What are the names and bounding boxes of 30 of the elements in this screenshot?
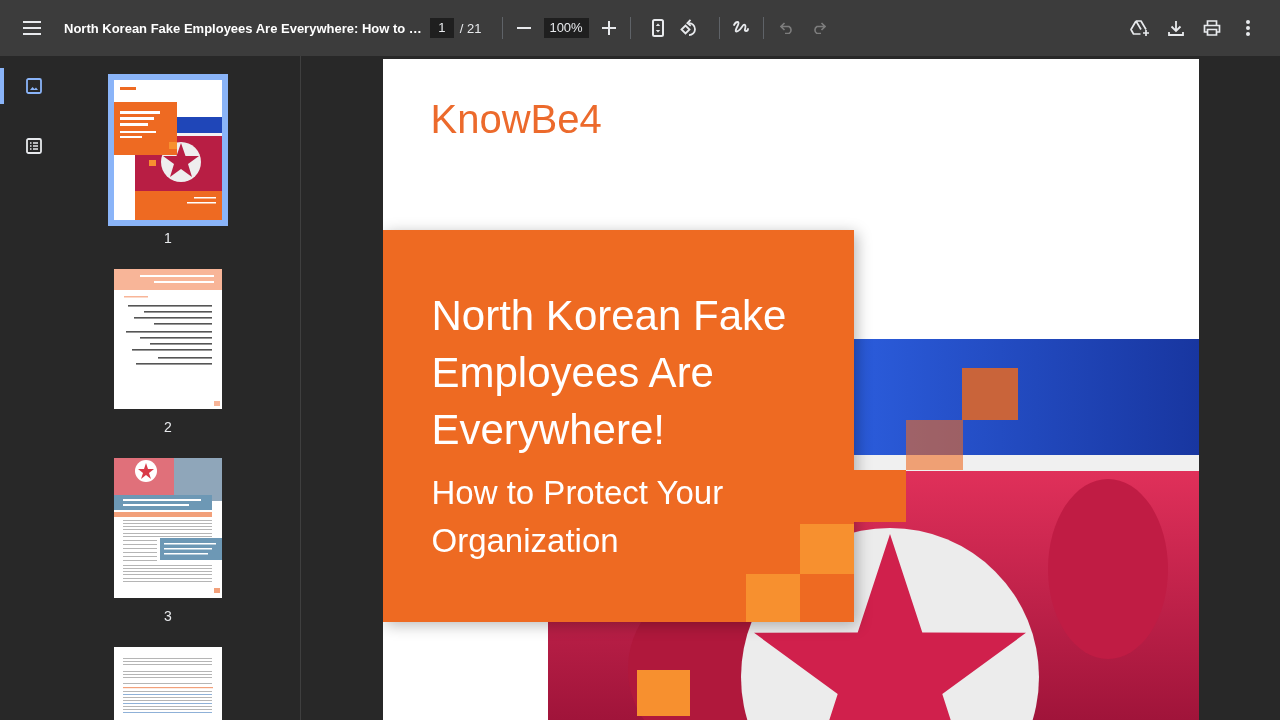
page-number-label: 1 bbox=[164, 229, 172, 248]
cover-title: North Korean Fake Employees Are Everywhere! bbox=[431, 291, 788, 455]
plus-icon bbox=[601, 21, 616, 35]
menu-icon bbox=[23, 21, 41, 35]
minus-icon bbox=[516, 27, 531, 29]
page-thumbnail[interactable] bbox=[114, 458, 222, 598]
page-number-label: 3 bbox=[164, 607, 172, 626]
print-icon bbox=[1203, 20, 1221, 36]
decorative-square bbox=[961, 368, 1018, 420]
document-title: North Korean Fake Employees Are Everywhere: How to … bbox=[64, 20, 422, 36]
fit-page-icon bbox=[651, 19, 664, 37]
download-icon bbox=[1168, 20, 1184, 36]
page-count: / 21 bbox=[459, 20, 482, 36]
decorative-square bbox=[799, 524, 854, 574]
list-icon bbox=[26, 138, 42, 154]
decorative-square bbox=[905, 420, 963, 470]
redo-icon bbox=[811, 22, 826, 34]
page-number-label: 2 bbox=[164, 418, 172, 437]
zoom-field[interactable]: 100% bbox=[543, 18, 589, 38]
page-number-field[interactable]: 1 bbox=[429, 18, 454, 38]
more-icon bbox=[1246, 20, 1250, 36]
cover-subtitle: How to Protect Your Organization bbox=[431, 473, 725, 561]
decorative-square bbox=[745, 574, 800, 622]
company-logo: KnowBe4 bbox=[430, 99, 602, 139]
image-icon bbox=[26, 78, 42, 94]
page-thumbnail[interactable] bbox=[108, 74, 228, 226]
undo-icon bbox=[779, 22, 794, 34]
decorative-square bbox=[636, 670, 690, 716]
page-thumbnail[interactable] bbox=[114, 269, 222, 409]
triangle-plus-icon bbox=[1130, 19, 1150, 37]
